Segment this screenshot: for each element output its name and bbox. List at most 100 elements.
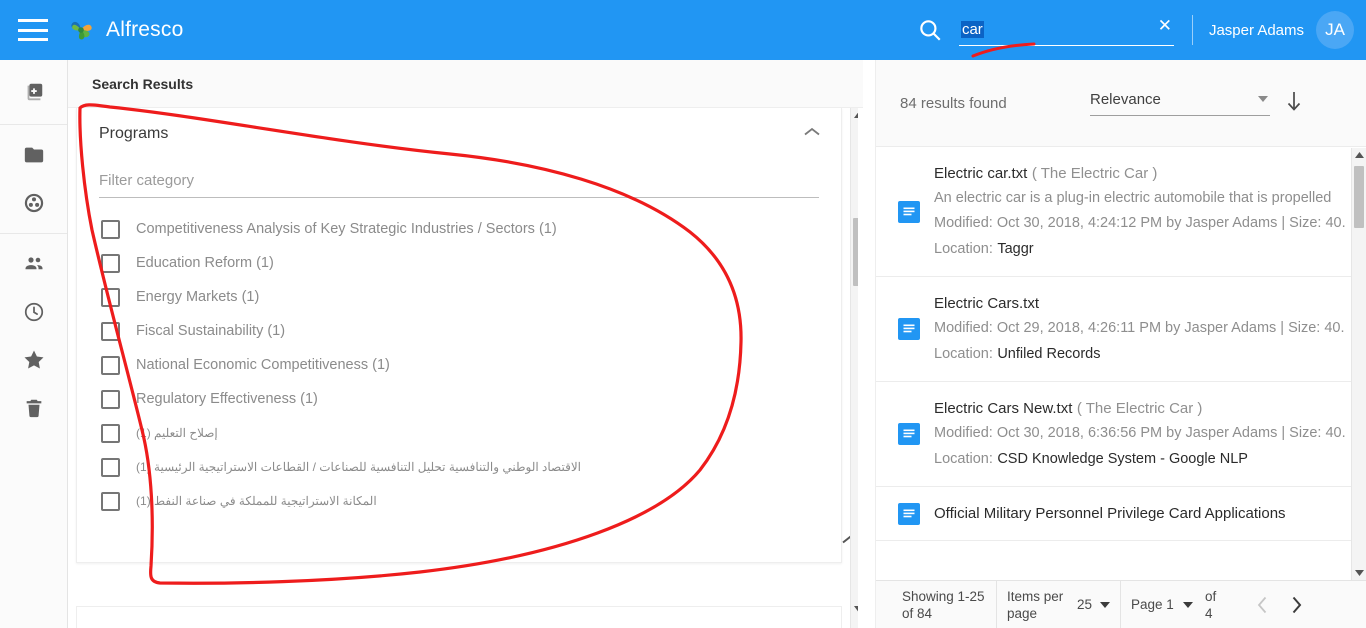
- app-header: Alfresco car ✕ Jasper Adams JA: [0, 0, 1366, 60]
- page-label: Page 1: [1131, 597, 1174, 612]
- arrow-down-icon[interactable]: [1284, 90, 1304, 117]
- facet-option-list: Competitiveness Analysis of Key Strategi…: [77, 198, 841, 522]
- page-title: Search Results: [92, 75, 194, 92]
- facet-option-checkbox[interactable]: [101, 491, 120, 511]
- facet-filter-placeholder: Filter category: [99, 172, 195, 189]
- avatar[interactable]: JA: [1316, 11, 1354, 49]
- result-title-line: Electric car.txt ( The Electric Car ): [934, 161, 1352, 186]
- facet-option-row[interactable]: إصلاح التعليم (1): [77, 416, 841, 450]
- facet-option-label: Fiscal Sustainability (1): [136, 323, 286, 339]
- facet-option-label: الاقتصاد الوطني والتنافسية تحليل التنافس…: [136, 460, 581, 474]
- result-body: Electric Cars.txt Modified: Oct 29, 2018,…: [934, 291, 1352, 367]
- sidebar-item-favorites[interactable]: [0, 336, 67, 384]
- text-document-icon: [898, 318, 920, 340]
- facet-option-checkbox[interactable]: [101, 423, 120, 443]
- scroll-down-arrow-icon[interactable]: [851, 602, 858, 616]
- result-title: Official Military Personnel Privilege Ca…: [934, 505, 1286, 522]
- facet-option-row[interactable]: Fiscal Sustainability (1): [77, 314, 841, 348]
- page-select[interactable]: Page 1: [1131, 596, 1194, 613]
- facet-option-checkbox[interactable]: [101, 219, 120, 239]
- facet-option-label: Competitiveness Analysis of Key Strategi…: [136, 221, 557, 237]
- close-icon[interactable]: ✕: [1158, 17, 1172, 34]
- result-title: Electric Cars New.txt: [934, 400, 1073, 417]
- facet-header[interactable]: Programs: [77, 108, 841, 160]
- facet-option-checkbox[interactable]: [101, 321, 120, 341]
- facet-option-row[interactable]: National Economic Competitiveness (1): [77, 348, 841, 382]
- result-location-value[interactable]: Unfiled Records: [997, 346, 1100, 362]
- items-per-page-value: 25: [1077, 597, 1093, 612]
- facet-option-checkbox[interactable]: [101, 287, 120, 307]
- result-body: Electric car.txt ( The Electric Car ) An …: [934, 161, 1352, 262]
- result-location-label: Location:: [934, 346, 993, 362]
- facet-option-label: Regulatory Effectiveness (1): [136, 391, 318, 407]
- sidebar-item-trash[interactable]: [0, 384, 67, 432]
- result-title-context: ( The Electric Car ): [1076, 400, 1203, 417]
- scroll-up-arrow-icon[interactable]: [851, 108, 858, 122]
- facet-scrollbar-thumb[interactable]: [853, 218, 858, 286]
- facet-option-row[interactable]: Competitiveness Analysis of Key Strategi…: [77, 212, 841, 246]
- result-location-line: Location: Taggr: [934, 236, 1352, 262]
- search-input-value: car: [960, 21, 984, 38]
- rail-group-create: [0, 60, 67, 125]
- result-location-label: Location:: [934, 241, 993, 257]
- header-right-group: car ✕ Jasper Adams JA: [917, 0, 1366, 60]
- previous-page-button[interactable]: [1245, 596, 1279, 614]
- sort-select[interactable]: Relevance: [1090, 91, 1270, 116]
- user-name: Jasper Adams: [1208, 21, 1304, 39]
- result-item[interactable]: Electric Cars New.txt ( The Electric Car…: [876, 382, 1366, 487]
- search-input[interactable]: car ✕: [958, 14, 1174, 46]
- brand-logo[interactable]: Alfresco: [66, 15, 183, 45]
- chevron-up-icon[interactable]: [803, 125, 821, 143]
- rail-group-records: [0, 125, 67, 234]
- results-scrollbar-thumb[interactable]: [1354, 166, 1364, 228]
- result-location-line: Location: CSD Knowledge System - Google …: [934, 446, 1352, 472]
- chevron-down-icon: [1183, 601, 1194, 608]
- facet-option-row[interactable]: Energy Markets (1): [77, 280, 841, 314]
- page-select-group: Page 1 of 4: [1121, 581, 1237, 628]
- chevron-down-icon: [1258, 95, 1268, 102]
- sidebar-item-holds[interactable]: [0, 179, 67, 227]
- result-title: Electric Cars.txt: [934, 295, 1040, 312]
- facet-footer: [77, 522, 858, 562]
- sidebar-item-add-content[interactable]: [0, 68, 67, 116]
- facet-option-row[interactable]: Regulatory Effectiveness (1): [77, 382, 841, 416]
- next-page-button[interactable]: [1279, 596, 1313, 614]
- facet-option-checkbox[interactable]: [101, 253, 120, 273]
- header-divider: [1191, 15, 1193, 45]
- scroll-up-arrow-icon[interactable]: [1352, 148, 1366, 162]
- facet-filter-input[interactable]: Filter category: [99, 172, 819, 198]
- search-icon[interactable]: [917, 17, 943, 43]
- result-location-value[interactable]: Taggr: [997, 241, 1033, 257]
- result-item[interactable]: Electric Cars.txt Modified: Oct 29, 2018,…: [876, 277, 1366, 382]
- facet-option-row[interactable]: الاقتصاد الوطني والتنافسية تحليل التنافس…: [77, 450, 841, 484]
- items-per-page-select[interactable]: 25: [1077, 596, 1111, 613]
- items-per-page-label: Items per page: [1007, 588, 1064, 621]
- text-document-icon: [898, 502, 920, 525]
- result-item[interactable]: Official Military Personnel Privilege Ca…: [876, 487, 1366, 541]
- sort-select-value: Relevance: [1090, 90, 1161, 108]
- sidebar-item-file-plan[interactable]: [0, 131, 67, 179]
- hamburger-icon[interactable]: [18, 19, 48, 41]
- facet-heading: Programs: [99, 125, 169, 142]
- text-document-icon: [898, 200, 920, 223]
- scroll-down-arrow-icon[interactable]: [1352, 566, 1366, 580]
- result-item[interactable]: Electric car.txt ( The Electric Car ) An …: [876, 147, 1366, 277]
- sidebar-item-recent-files[interactable]: [0, 288, 67, 336]
- main-content: Search Results Programs Filter category: [68, 60, 1366, 628]
- facet-option-label: National Economic Competitiveness (1): [136, 357, 390, 373]
- facet-option-row[interactable]: Education Reform (1): [77, 246, 841, 280]
- facet-option-row[interactable]: المكانة الاستراتيجية للمملكة في صناعة ال…: [77, 484, 841, 518]
- result-title-line: Official Military Personnel Privilege Ca…: [934, 501, 1352, 526]
- result-metadata: Modified: Oct 30, 2018, 6:36:56 PM by Ja…: [934, 425, 1346, 441]
- facet-option-checkbox[interactable]: [101, 457, 120, 477]
- results-scrollbar[interactable]: [1351, 148, 1366, 580]
- result-title: Electric car.txt: [934, 165, 1028, 182]
- alfresco-logo-icon: [66, 15, 96, 45]
- facet-option-checkbox[interactable]: [101, 355, 120, 375]
- result-location-value[interactable]: CSD Knowledge System - Google NLP: [997, 451, 1248, 467]
- facet-option-checkbox[interactable]: [101, 389, 120, 409]
- facet-scrollbar[interactable]: [850, 108, 858, 628]
- sidebar-item-shared-files[interactable]: [0, 240, 67, 288]
- paginator-range-text: Showing 1-25 of 84: [902, 588, 985, 621]
- brand-name: Alfresco: [106, 18, 184, 41]
